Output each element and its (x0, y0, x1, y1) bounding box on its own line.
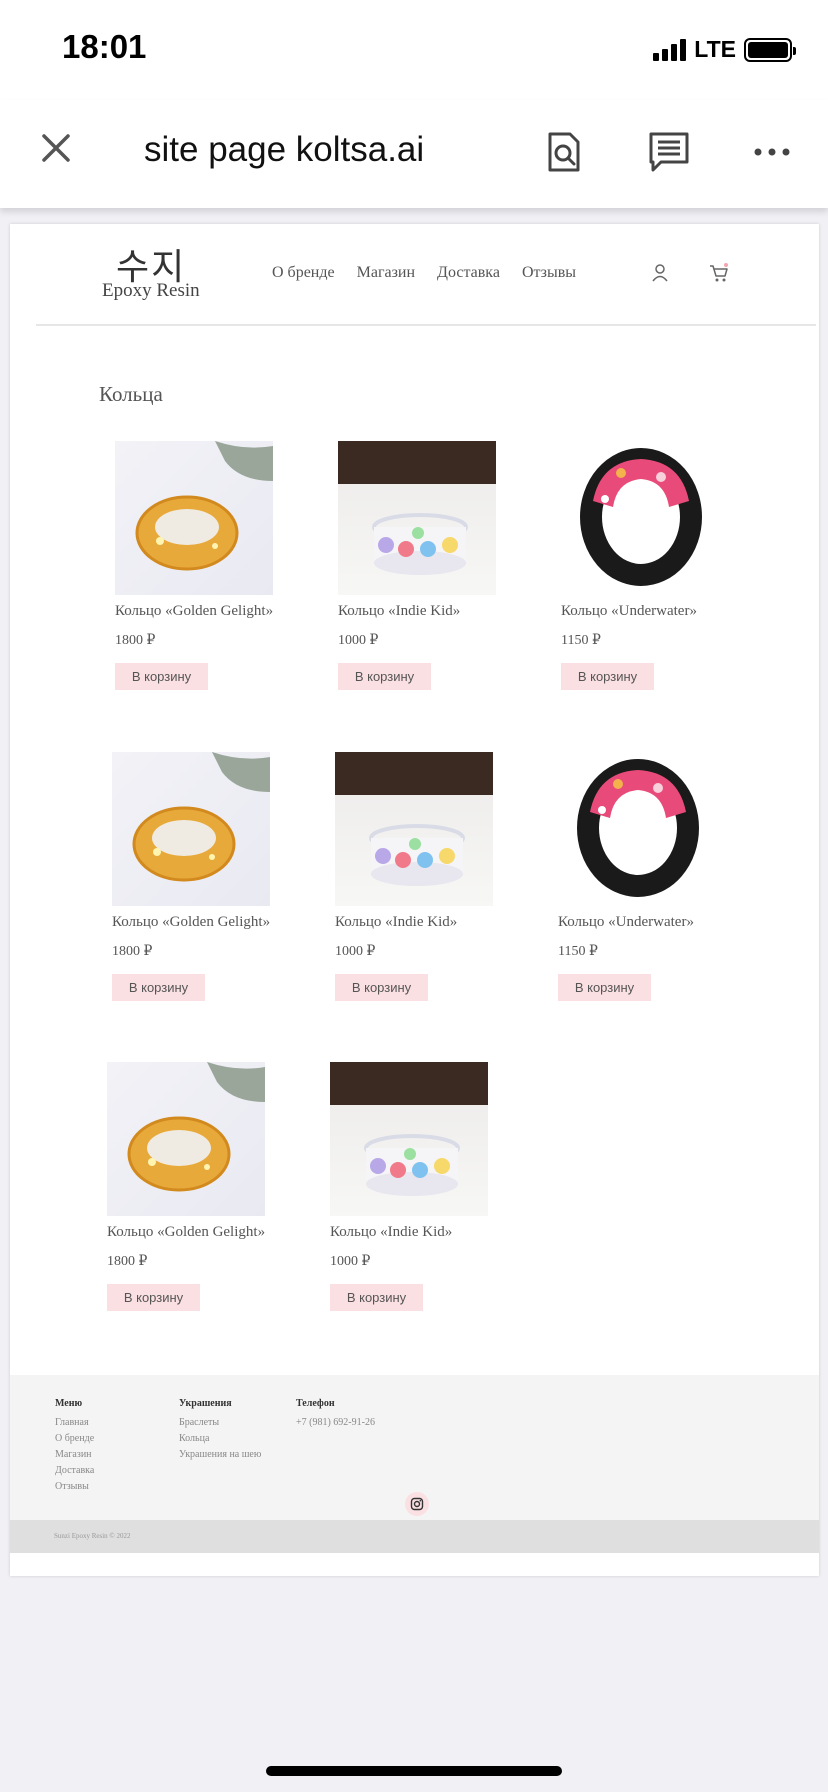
add-to-cart-button[interactable]: В корзину (330, 1284, 423, 1311)
product-name[interactable]: Кольцо «Golden Gelight» (115, 603, 315, 620)
network-type: LTE (694, 36, 736, 62)
user-icon[interactable] (649, 262, 671, 284)
product-card: Кольцо «Golden Gelight» 1800 ₽ В корзину (107, 1062, 307, 1311)
product-card: Кольцо «Indie Kid» 1000 ₽ В корзину (335, 752, 535, 1001)
footer-link-reviews[interactable]: Отзывы (55, 1479, 94, 1495)
add-to-cart-button[interactable]: В корзину (107, 1284, 200, 1311)
indie-ring-image[interactable] (330, 1062, 488, 1216)
footer-link-bracelets[interactable]: Браслеты (179, 1415, 261, 1431)
underwater-ring-image[interactable] (558, 752, 716, 906)
close-icon[interactable] (36, 128, 76, 168)
phone-number[interactable]: +7 (981) 692-91-26 (296, 1415, 375, 1431)
footer-phone: Телефон +7 (981) 692-91-26 (296, 1398, 375, 1431)
product-price: 1150 ₽ (561, 633, 601, 648)
product-name[interactable]: Кольцо «Golden Gelight» (112, 914, 312, 931)
product-card: Кольцо «Golden Gelight» 1800 ₽ В корзину (112, 752, 312, 1001)
golden-ring-picture (135, 441, 273, 571)
browser-title: site page koltsa.ai (144, 130, 425, 169)
product-price: 1800 ₽ (107, 1254, 148, 1269)
cart-icon[interactable] (708, 262, 730, 284)
product-name[interactable]: Кольцо «Underwater» (561, 603, 761, 620)
nav-item-delivery[interactable]: Доставка (437, 264, 500, 282)
browser-bar: site page koltsa.ai (0, 100, 828, 208)
product-name[interactable]: Кольцо «Golden Gelight» (107, 1224, 307, 1241)
footer-link-brand[interactable]: О бренде (55, 1431, 94, 1447)
nav-item-reviews[interactable]: Отзывы (522, 264, 576, 282)
product-card: Кольцо «Indie Kid» 1000 ₽ В корзину (330, 1062, 530, 1311)
main-nav: О бренде Магазин Доставка Отзывы (272, 264, 576, 282)
nav-item-brand[interactable]: О бренде (272, 264, 335, 282)
product-card: Кольцо «Golden Gelight» 1800 ₽ В корзину (115, 441, 315, 690)
site-footer: Меню Главная О бренде Магазин Доставка О… (10, 1375, 819, 1520)
indie-ring-image[interactable] (335, 752, 493, 906)
golden-ring-image[interactable] (107, 1062, 265, 1216)
product-price: 1150 ₽ (558, 944, 598, 959)
golden-ring-image[interactable] (115, 441, 273, 595)
search-page-icon[interactable] (540, 128, 588, 176)
footer-link-home[interactable]: Главная (55, 1415, 94, 1431)
indie-ring-image[interactable] (338, 441, 496, 595)
product-name[interactable]: Кольцо «Indie Kid» (338, 603, 538, 620)
signal-icon (653, 38, 687, 61)
product-price: 1000 ₽ (335, 944, 376, 959)
status-time: 18:01 (62, 28, 147, 65)
footer-menu: Меню Главная О бренде Магазин Доставка О… (55, 1398, 94, 1495)
section-title: Кольца (99, 382, 163, 406)
footer-link-rings[interactable]: Кольца (179, 1431, 261, 1447)
footer-heading: Телефон (296, 1398, 335, 1409)
footer-link-delivery[interactable]: Доставка (55, 1463, 94, 1479)
underwater-ring-picture (580, 448, 702, 586)
product-price: 1000 ₽ (330, 1254, 371, 1269)
underwater-ring-image[interactable] (561, 441, 719, 595)
add-to-cart-button[interactable]: В корзину (561, 663, 654, 690)
add-to-cart-button[interactable]: В корзину (338, 663, 431, 690)
product-card: Кольцо «Underwater» 1150 ₽ В корзину (558, 752, 758, 1001)
product-card: Кольцо «Underwater» 1150 ₽ В корзину (561, 441, 761, 690)
golden-ring-image[interactable] (112, 752, 270, 906)
web-page: 수지 Epoxy Resin О бренде Магазин Доставка… (10, 224, 819, 1576)
copyright-text: Sunzi Epoxy Resin © 2022 (54, 1532, 131, 1540)
status-indicators: LTE (653, 36, 796, 63)
add-to-cart-button[interactable]: В корзину (112, 974, 205, 1001)
add-to-cart-button[interactable]: В корзину (335, 974, 428, 1001)
comment-icon[interactable] (645, 128, 693, 176)
golden-ring-picture (127, 1062, 265, 1192)
product-card: Кольцо «Indie Kid» 1000 ₽ В корзину (338, 441, 538, 690)
product-name[interactable]: Кольцо «Underwater» (558, 914, 758, 931)
battery-icon (744, 37, 796, 62)
nav-item-shop[interactable]: Магазин (357, 264, 415, 282)
product-price: 1800 ₽ (112, 944, 153, 959)
add-to-cart-button[interactable]: В корзину (115, 663, 208, 690)
indie-ring-picture (364, 1134, 460, 1196)
logo-subtitle[interactable]: Epoxy Resin (102, 280, 200, 302)
footer-link-necklaces[interactable]: Украшения на шею (179, 1447, 261, 1463)
site-header: 수지 Epoxy Resin О бренде Магазин Доставка… (10, 224, 819, 325)
footer-heading: Меню (55, 1398, 83, 1409)
footer-heading: Украшения (179, 1398, 232, 1409)
copyright-bar: Sunzi Epoxy Resin © 2022 (10, 1520, 819, 1553)
product-price: 1800 ₽ (115, 633, 156, 648)
golden-ring-picture (132, 752, 270, 882)
add-to-cart-button[interactable]: В корзину (558, 974, 651, 1001)
indie-ring-picture (369, 824, 465, 886)
home-indicator[interactable] (266, 1766, 562, 1776)
product-name[interactable]: Кольцо «Indie Kid» (335, 914, 535, 931)
instagram-icon[interactable] (405, 1492, 429, 1516)
underwater-ring-picture (577, 759, 699, 897)
more-icon[interactable] (748, 128, 796, 176)
header-divider (36, 324, 816, 326)
status-bar: 18:01 LTE (0, 0, 828, 100)
indie-ring-picture (372, 513, 468, 575)
product-name[interactable]: Кольцо «Indie Kid» (330, 1224, 530, 1241)
product-price: 1000 ₽ (338, 633, 379, 648)
footer-link-shop[interactable]: Магазин (55, 1447, 94, 1463)
footer-jewelry: Украшения Браслеты Кольца Украшения на ш… (179, 1398, 261, 1463)
